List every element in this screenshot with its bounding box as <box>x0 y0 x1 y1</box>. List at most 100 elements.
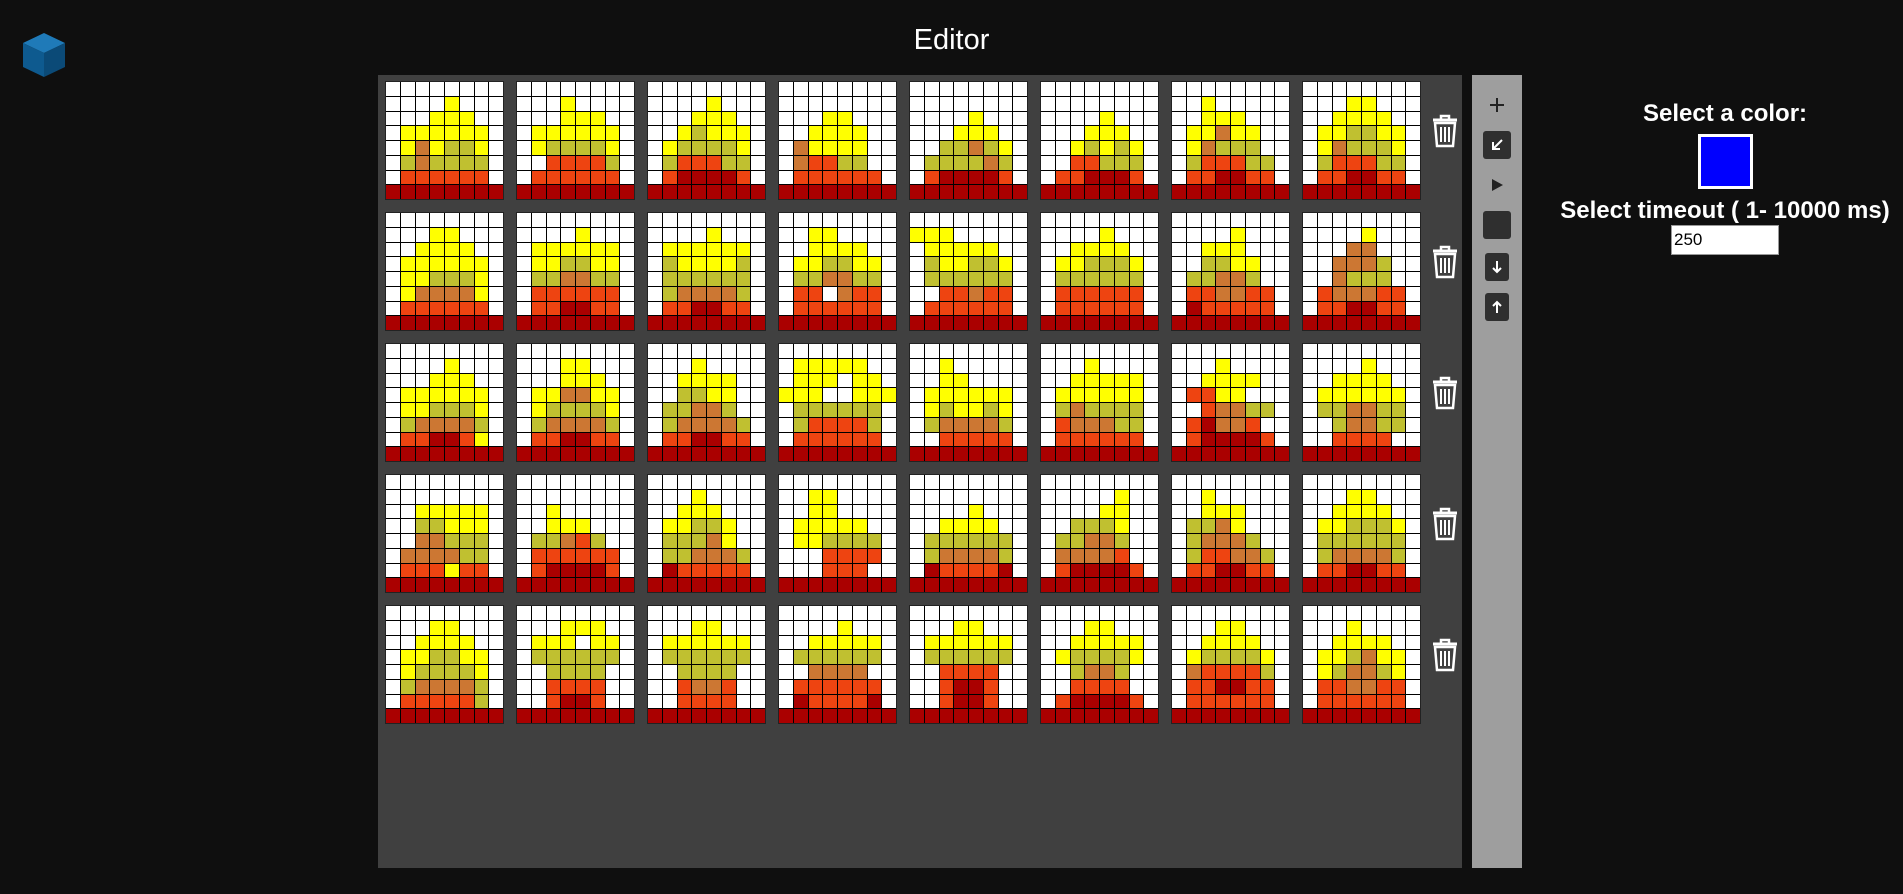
pixel-cell[interactable] <box>1231 388 1245 402</box>
pixel-cell[interactable] <box>386 620 400 635</box>
pixel-cell[interactable] <box>517 155 531 170</box>
pixel-cell[interactable] <box>939 679 954 694</box>
pixel-cell[interactable] <box>620 155 634 170</box>
pixel-cell[interactable] <box>808 126 823 140</box>
pixel-cell[interactable] <box>430 694 444 709</box>
pixel-cell[interactable] <box>852 373 867 388</box>
pixel-cell[interactable] <box>430 373 444 388</box>
pixel-cell[interactable] <box>1406 432 1420 447</box>
pixel-cell[interactable] <box>924 344 939 358</box>
pixel-cell[interactable] <box>1144 82 1158 96</box>
pixel-cell[interactable] <box>910 679 924 694</box>
pixel-cell[interactable] <box>1070 403 1085 417</box>
pixel-cell[interactable] <box>998 417 1013 432</box>
pixel-cell[interactable] <box>605 373 620 388</box>
pixel-cell[interactable] <box>998 650 1013 664</box>
pixel-cell[interactable] <box>1201 578 1216 592</box>
pixel-cell[interactable] <box>924 126 939 140</box>
delete-row-trash-icon[interactable] <box>1430 506 1460 542</box>
pixel-cell[interactable] <box>489 301 503 316</box>
pixel-cell[interactable] <box>1317 141 1332 155</box>
pixel-cell[interactable] <box>386 606 400 620</box>
pixel-cell[interactable] <box>1391 563 1406 578</box>
pixel-cell[interactable] <box>1129 489 1144 504</box>
pixel-cell[interactable] <box>648 111 662 126</box>
pixel-cell[interactable] <box>1317 126 1332 140</box>
pixel-cell[interactable] <box>474 301 489 316</box>
pixel-cell[interactable] <box>1085 489 1099 504</box>
pixel-cell[interactable] <box>852 227 867 242</box>
pixel-cell[interactable] <box>561 286 575 301</box>
pixel-cell[interactable] <box>1347 170 1361 185</box>
pixel-cell[interactable] <box>793 679 808 694</box>
pixel-cell[interactable] <box>1332 635 1347 650</box>
pixel-cell[interactable] <box>400 548 415 563</box>
pixel-cell[interactable] <box>969 242 983 257</box>
pixel-cell[interactable] <box>969 578 983 592</box>
pixel-cell[interactable] <box>620 578 634 592</box>
pixel-cell[interactable] <box>677 213 692 227</box>
pixel-cell[interactable] <box>1144 242 1158 257</box>
animation-frame[interactable] <box>385 212 504 331</box>
pixel-cell[interactable] <box>1129 563 1144 578</box>
pixel-cell[interactable] <box>620 185 634 199</box>
pixel-cell[interactable] <box>1275 155 1289 170</box>
pixel-cell[interactable] <box>779 489 793 504</box>
pixel-cell[interactable] <box>793 578 808 592</box>
pixel-cell[interactable] <box>430 432 444 447</box>
pixel-cell[interactable] <box>793 185 808 199</box>
pixel-cell[interactable] <box>430 388 444 402</box>
pixel-cell[interactable] <box>1245 578 1260 592</box>
pixel-cell[interactable] <box>838 665 852 679</box>
pixel-cell[interactable] <box>1172 373 1186 388</box>
pixel-cell[interactable] <box>1144 679 1158 694</box>
pixel-cell[interactable] <box>793 447 808 461</box>
pixel-cell[interactable] <box>882 694 896 709</box>
pixel-cell[interactable] <box>1186 242 1201 257</box>
pixel-cell[interactable] <box>474 257 489 271</box>
pixel-cell[interactable] <box>852 242 867 257</box>
pixel-cell[interactable] <box>852 344 867 358</box>
pixel-cell[interactable] <box>1317 170 1332 185</box>
pixel-cell[interactable] <box>1129 694 1144 709</box>
pixel-cell[interactable] <box>1260 635 1275 650</box>
pixel-cell[interactable] <box>793 344 808 358</box>
pixel-cell[interactable] <box>531 111 546 126</box>
pixel-cell[interactable] <box>1376 286 1391 301</box>
pixel-cell[interactable] <box>590 548 605 563</box>
pixel-cell[interactable] <box>808 548 823 563</box>
pixel-cell[interactable] <box>1172 301 1186 316</box>
pixel-cell[interactable] <box>1144 534 1158 548</box>
pixel-cell[interactable] <box>1114 563 1129 578</box>
pixel-cell[interactable] <box>751 301 765 316</box>
pixel-cell[interactable] <box>1041 519 1055 533</box>
pixel-cell[interactable] <box>1070 578 1085 592</box>
pixel-cell[interactable] <box>1201 635 1216 650</box>
pixel-cell[interactable] <box>489 665 503 679</box>
pixel-cell[interactable] <box>517 96 531 111</box>
pixel-cell[interactable] <box>779 82 793 96</box>
pixel-cell[interactable] <box>605 213 620 227</box>
pixel-cell[interactable] <box>1144 694 1158 709</box>
pixel-cell[interactable] <box>386 388 400 402</box>
pixel-cell[interactable] <box>1275 301 1289 316</box>
pixel-cell[interactable] <box>459 417 474 432</box>
pixel-cell[interactable] <box>517 635 531 650</box>
pixel-cell[interactable] <box>648 475 662 489</box>
pixel-cell[interactable] <box>1376 548 1391 563</box>
pixel-cell[interactable] <box>910 519 924 533</box>
pixel-cell[interactable] <box>546 227 561 242</box>
pixel-cell[interactable] <box>1070 272 1085 286</box>
pixel-cell[interactable] <box>561 185 575 199</box>
pixel-cell[interactable] <box>1275 403 1289 417</box>
pixel-cell[interactable] <box>1347 694 1361 709</box>
pixel-cell[interactable] <box>1186 358 1201 373</box>
pixel-cell[interactable] <box>386 358 400 373</box>
pixel-cell[interactable] <box>1129 519 1144 533</box>
pixel-cell[interactable] <box>1100 403 1114 417</box>
pixel-cell[interactable] <box>954 563 968 578</box>
pixel-cell[interactable] <box>1275 650 1289 664</box>
pixel-cell[interactable] <box>1013 272 1027 286</box>
pixel-cell[interactable] <box>867 563 882 578</box>
pixel-cell[interactable] <box>910 82 924 96</box>
